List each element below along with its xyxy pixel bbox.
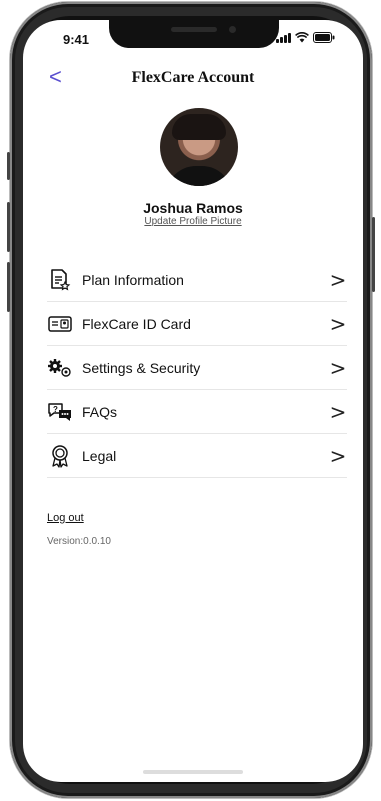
wifi-icon xyxy=(295,32,309,43)
battery-icon xyxy=(313,32,335,43)
chevron-right-icon: > xyxy=(329,443,347,468)
cellular-signal-icon xyxy=(276,33,291,43)
status-time: 9:41 xyxy=(63,32,90,47)
gears-icon xyxy=(47,356,73,380)
menu-item-label: Settings & Security xyxy=(82,359,201,376)
avatar-hair xyxy=(172,114,226,140)
menu-item-faqs[interactable]: ? FAQs > xyxy=(47,390,347,434)
logout-link[interactable]: Log out xyxy=(47,512,84,524)
avatar[interactable] xyxy=(160,108,238,186)
home-indicator xyxy=(143,770,243,774)
phone-button xyxy=(372,217,375,292)
page-title: FlexCare Account xyxy=(131,69,255,86)
chevron-right-icon: > xyxy=(329,355,347,380)
avatar-shirt xyxy=(166,166,232,186)
notch xyxy=(109,20,279,48)
menu-item-id-card[interactable]: FlexCare ID Card > xyxy=(47,302,347,346)
phone-button xyxy=(7,262,10,312)
menu-item-label: Plan Information xyxy=(82,271,184,288)
menu-item-legal[interactable]: Legal > xyxy=(47,434,347,478)
faq-chat-icon: ? xyxy=(47,400,73,424)
chevron-right-icon: > xyxy=(329,267,347,292)
phone-button xyxy=(7,152,10,180)
menu-item-label: FAQs xyxy=(82,403,118,420)
award-ribbon-icon xyxy=(47,444,73,468)
document-star-icon xyxy=(47,268,73,292)
menu-item-label: Legal xyxy=(82,447,117,464)
id-card-icon xyxy=(47,312,73,336)
menu-item-settings-security[interactable]: Settings & Security > xyxy=(47,346,347,390)
update-profile-picture-link[interactable]: Update Profile Picture xyxy=(23,216,363,227)
app-screen: 9:41 < FlexCare Account Joshua Ramos Upd… xyxy=(23,20,363,782)
chevron-right-icon: > xyxy=(329,311,347,336)
menu-item-plan-information[interactable]: Plan Information > xyxy=(47,258,347,302)
account-menu: Plan Information > FlexCare ID Card > Se… xyxy=(47,258,347,478)
menu-item-label: FlexCare ID Card xyxy=(82,315,191,332)
status-icons xyxy=(276,32,335,43)
phone-button xyxy=(7,202,10,252)
camera xyxy=(229,26,236,33)
version-label: Version:0.0.10 xyxy=(47,536,111,547)
svg-text:?: ? xyxy=(53,405,58,414)
speaker xyxy=(171,27,217,32)
chevron-right-icon: > xyxy=(329,399,347,424)
user-name: Joshua Ramos xyxy=(143,200,243,216)
